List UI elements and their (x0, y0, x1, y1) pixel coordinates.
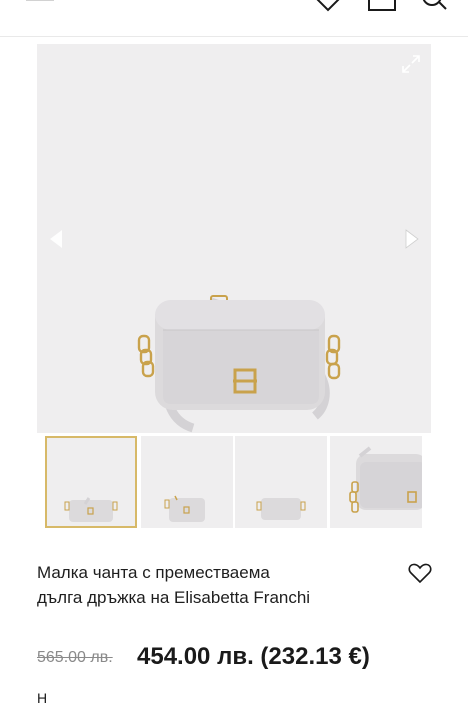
product-title-line-2: дълга дръжка на Elisabetta Franchi (37, 585, 387, 610)
thumbnail-2[interactable] (141, 436, 233, 528)
bag-icon[interactable] (368, 0, 396, 12)
search-icon[interactable] (422, 0, 450, 12)
old-price: 565.00 лв. (37, 649, 113, 667)
expand-icon[interactable] (401, 54, 421, 74)
product-title: Малка чанта с преместваема дълга дръжка … (37, 560, 387, 610)
hamburger-icon[interactable] (26, 0, 54, 8)
product-main-image (133, 292, 349, 433)
thumbnail-strip (45, 436, 468, 530)
top-bar (0, 0, 468, 37)
thumbnail-3[interactable] (235, 436, 327, 528)
chevron-right-icon[interactable] (403, 228, 421, 250)
heart-icon[interactable] (408, 562, 432, 584)
chevron-left-icon[interactable] (47, 228, 65, 250)
current-price: 454.00 лв. (232.13 €) (137, 643, 370, 671)
thumbnail-4[interactable] (330, 436, 422, 528)
heart-icon[interactable] (314, 0, 342, 12)
below-fold-text: Н (37, 690, 47, 706)
product-title-line-1: Малка чанта с преместваема (37, 560, 387, 585)
thumbnail-1[interactable] (45, 436, 137, 528)
product-image-gallery[interactable] (37, 44, 431, 433)
